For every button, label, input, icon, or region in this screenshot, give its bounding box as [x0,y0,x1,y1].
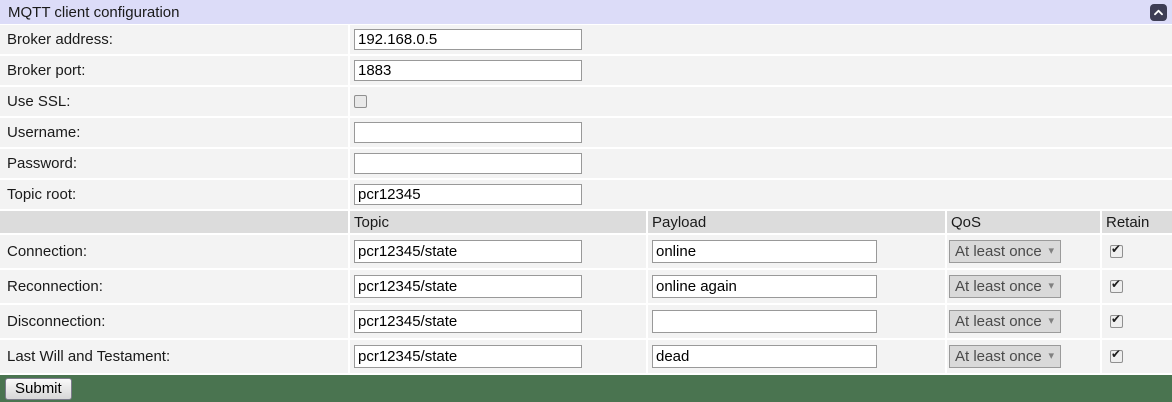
connection-topic-input[interactable] [354,240,582,263]
table-row-reconnection: Reconnection: At least once ▾ [0,270,1172,303]
field-label: Broker address: [0,25,348,54]
dropdown-arrow-icon: ▾ [1048,281,1054,292]
submit-button[interactable]: Submit [5,378,72,400]
disconnection-qos-select[interactable]: At least once ▾ [949,310,1061,333]
connection-qos-select[interactable]: At least once ▾ [949,240,1061,263]
row-label: Reconnection: [0,270,348,303]
row-label: Disconnection: [0,305,348,338]
connection-retain-checkbox[interactable] [1110,245,1123,258]
table-row-last-will: Last Will and Testament: At least once ▾ [0,340,1172,373]
field-label: Topic root: [0,180,348,209]
field-label: Password: [0,149,348,178]
dropdown-arrow-icon: ▾ [1048,246,1054,257]
qos-selected-value: At least once [955,348,1042,365]
table-header-row: Topic Payload QoS Retain [0,211,1172,233]
table-header-payload: Payload [648,211,945,233]
reconnection-retain-checkbox[interactable] [1110,280,1123,293]
last-will-topic-input[interactable] [354,345,582,368]
qos-selected-value: At least once [955,278,1042,295]
dropdown-arrow-icon: ▾ [1048,316,1054,327]
field-label: Use SSL: [0,87,348,116]
qos-selected-value: At least once [955,313,1042,330]
field-label: Username: [0,118,348,147]
mqtt-config-panel: MQTT client configuration Broker address… [0,0,1172,402]
panel-title: MQTT client configuration [0,4,179,21]
broker-address-input[interactable] [354,29,582,50]
qos-selected-value: At least once [955,243,1042,260]
username-input[interactable] [354,122,582,143]
disconnection-payload-input[interactable] [652,310,877,333]
field-label: Broker port: [0,56,348,85]
table-header-topic: Topic [350,211,646,233]
password-input[interactable] [354,153,582,174]
footer-bar: Submit [0,375,1172,402]
use-ssl-checkbox[interactable] [354,95,367,108]
field-row-broker-address: Broker address: [0,25,1172,54]
table-header-retain: Retain [1102,211,1172,233]
reconnection-topic-input[interactable] [354,275,582,298]
reconnection-qos-select[interactable]: At least once ▾ [949,275,1061,298]
broker-port-input[interactable] [354,60,582,81]
last-will-qos-select[interactable]: At least once ▾ [949,345,1061,368]
field-row-use-ssl: Use SSL: [0,87,1172,116]
table-header-empty [0,211,348,233]
field-row-topic-root: Topic root: [0,180,1172,209]
table-row-connection: Connection: At least once ▾ [0,235,1172,268]
field-row-password: Password: [0,149,1172,178]
row-label: Connection: [0,235,348,268]
field-row-broker-port: Broker port: [0,56,1172,85]
table-row-disconnection: Disconnection: At least once ▾ [0,305,1172,338]
row-label: Last Will and Testament: [0,340,348,373]
chevron-up-icon [1153,9,1164,16]
connection-payload-input[interactable] [652,240,877,263]
reconnection-payload-input[interactable] [652,275,877,298]
last-will-retain-checkbox[interactable] [1110,350,1123,363]
table-header-qos: QoS [947,211,1100,233]
topic-root-input[interactable] [354,184,582,205]
panel-titlebar: MQTT client configuration [0,0,1172,24]
last-will-payload-input[interactable] [652,345,877,368]
disconnection-topic-input[interactable] [354,310,582,333]
disconnection-retain-checkbox[interactable] [1110,315,1123,328]
field-row-username: Username: [0,118,1172,147]
collapse-button[interactable] [1150,4,1167,21]
dropdown-arrow-icon: ▾ [1048,351,1054,362]
